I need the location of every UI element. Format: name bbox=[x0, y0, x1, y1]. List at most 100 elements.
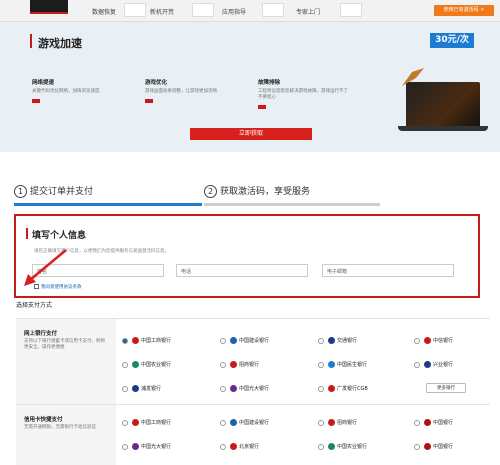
radio-icon[interactable] bbox=[318, 420, 324, 426]
step-number: 1 bbox=[14, 185, 27, 198]
radio-icon[interactable] bbox=[220, 362, 226, 368]
bank-name: 交通银行 bbox=[337, 338, 358, 344]
nav-item-new-machine[interactable]: 新机开荒 bbox=[150, 7, 174, 16]
email-field[interactable]: 电子邮箱 bbox=[322, 264, 454, 277]
bank-option[interactable]: 中国银行 bbox=[414, 441, 490, 453]
character-image bbox=[402, 68, 424, 86]
step-number: 2 bbox=[204, 185, 217, 198]
bank-option[interactable]: 中国农业银行 bbox=[318, 441, 408, 453]
bank-name: 中国银行 bbox=[433, 420, 454, 426]
red-arrow-icon bbox=[24, 249, 67, 286]
radio-icon[interactable] bbox=[220, 420, 226, 426]
step-progress-inactive bbox=[204, 203, 380, 206]
bank-logo-icon bbox=[424, 443, 431, 450]
nav-item-app-guide[interactable]: 应用指导 bbox=[222, 7, 246, 16]
credit-card-side: 信用卡快捷支付 无需开通网银，无需银行卡短信验证 bbox=[16, 405, 116, 465]
radio-icon[interactable] bbox=[318, 362, 324, 368]
bank-logo-icon bbox=[328, 337, 335, 344]
title-accent-bar bbox=[30, 34, 32, 48]
radio-icon[interactable] bbox=[318, 338, 324, 344]
bank-option[interactable]: 浦发银行 bbox=[122, 383, 212, 395]
bank-option[interactable]: 中国建设银行 bbox=[220, 335, 310, 347]
nav-thumbnail bbox=[124, 3, 146, 17]
feature-title: 故障排除 bbox=[258, 80, 281, 86]
bank-logo-icon bbox=[230, 337, 237, 344]
radio-icon[interactable] bbox=[122, 338, 128, 344]
bank-option[interactable]: 中国工商银行 bbox=[122, 335, 212, 347]
bank-option[interactable]: 兴业银行 bbox=[414, 359, 490, 371]
radio-icon[interactable] bbox=[220, 444, 226, 450]
nav-item-expert[interactable]: 专家上门 bbox=[296, 7, 320, 16]
bank-option[interactable]: 北京银行 bbox=[220, 441, 310, 453]
bank-option[interactable]: 中国光大银行 bbox=[220, 383, 310, 395]
form-title: 填写个人信息 bbox=[32, 231, 87, 241]
get-now-button[interactable]: 立即获取 bbox=[190, 128, 312, 140]
step-progress-active bbox=[14, 203, 202, 206]
nav-thumbnail bbox=[262, 3, 284, 17]
more-banks-button[interactable]: 更多银行 bbox=[426, 383, 466, 393]
bank-name: 中国光大银行 bbox=[141, 444, 172, 450]
bank-name: 中国工商银行 bbox=[141, 420, 172, 426]
nav-thumbnail bbox=[340, 3, 362, 17]
bank-name: 招商银行 bbox=[239, 362, 260, 368]
feature-desc: 游戏画面效果调整，让游戏更加流畅 bbox=[145, 89, 217, 94]
top-nav: 数据恢复 新机开荒 应用指导 专家上门 使用已有激活码 > bbox=[0, 0, 500, 22]
feature-accent bbox=[32, 99, 40, 103]
feature-game-opt: 游戏优化 游戏画面效果调整，让游戏更加流畅 bbox=[145, 78, 235, 103]
product-thumbnail[interactable] bbox=[30, 0, 68, 14]
bank-logo-icon bbox=[132, 443, 139, 450]
personal-info-form: 填写个人信息 请您正确填写用户信息，以便我们为您提供服务与发送激活码信息。 姓名… bbox=[14, 214, 480, 298]
bank-logo-icon bbox=[328, 385, 335, 392]
feature-title: 游戏优化 bbox=[145, 80, 168, 86]
bank-option[interactable]: 广发银行CGB bbox=[318, 383, 408, 395]
use-activation-code-button[interactable]: 使用已有激活码 > bbox=[434, 5, 494, 16]
bank-logo-icon bbox=[230, 419, 237, 426]
step-2: 2 获取激活码，享受服务 bbox=[204, 184, 310, 198]
bank-option[interactable]: 招商银行 bbox=[318, 417, 408, 429]
radio-icon[interactable] bbox=[414, 362, 420, 368]
radio-icon[interactable] bbox=[414, 420, 420, 426]
step-1: 1 提交订单并支付 bbox=[14, 184, 93, 198]
bank-option[interactable]: 中国民生银行 bbox=[318, 359, 408, 371]
bank-name: 中国工商银行 bbox=[141, 338, 172, 344]
bank-logo-icon bbox=[132, 385, 139, 392]
radio-icon[interactable] bbox=[318, 444, 324, 450]
radio-icon[interactable] bbox=[220, 386, 226, 392]
radio-icon[interactable] bbox=[122, 362, 128, 368]
phone-field[interactable]: 电话 bbox=[176, 264, 308, 277]
bank-logo-icon bbox=[230, 443, 237, 450]
radio-icon[interactable] bbox=[122, 420, 128, 426]
section-desc: 无需开通网银，无需银行卡短信验证 bbox=[24, 425, 96, 430]
step-label: 提交订单并支付 bbox=[30, 187, 94, 197]
section-title: 网上银行支付 bbox=[24, 331, 58, 337]
nav-thumbnail bbox=[192, 3, 214, 17]
bank-option[interactable]: 中国光大银行 bbox=[122, 441, 212, 453]
radio-icon[interactable] bbox=[318, 386, 324, 392]
online-bank-section: 网上银行支付 支持以下银行储蓄卡或信用卡支付，购物更安全，操作更便捷 中国工商银… bbox=[16, 318, 490, 404]
nav-item-data-recovery[interactable]: 数据恢复 bbox=[92, 7, 116, 16]
form-accent-bar bbox=[26, 228, 28, 239]
feature-accent bbox=[258, 105, 266, 109]
bank-option[interactable]: 中国工商银行 bbox=[122, 417, 212, 429]
bank-option[interactable]: 中国建设银行 bbox=[220, 417, 310, 429]
bank-option[interactable]: 交通银行 bbox=[318, 335, 408, 347]
bank-logo-icon bbox=[132, 361, 139, 368]
hero-section: 游戏加速 30元/次 网络提速 关键代码优化网络，加快浏览速度 游戏优化 游戏画… bbox=[0, 22, 500, 152]
radio-icon[interactable] bbox=[414, 444, 420, 450]
bank-logo-icon bbox=[328, 361, 335, 368]
radio-icon[interactable] bbox=[122, 386, 128, 392]
radio-icon[interactable] bbox=[220, 338, 226, 344]
bank-option[interactable]: 中国农业银行 bbox=[122, 359, 212, 371]
bank-logo-icon bbox=[424, 337, 431, 344]
bank-option[interactable]: 招商银行 bbox=[220, 359, 310, 371]
bank-name: 浦发银行 bbox=[141, 386, 162, 392]
bank-option[interactable]: 中国银行 bbox=[414, 417, 490, 429]
radio-icon[interactable] bbox=[122, 444, 128, 450]
bank-name: 中国农业银行 bbox=[337, 444, 368, 450]
radio-icon[interactable] bbox=[414, 338, 420, 344]
credit-card-section: 信用卡快捷支付 无需开通网银，无需银行卡短信验证 中国工商银行 中国建设银行 招… bbox=[16, 404, 490, 465]
bank-option[interactable]: 中信银行 bbox=[414, 335, 490, 347]
bank-name: 招商银行 bbox=[337, 420, 358, 426]
feature-accent bbox=[145, 99, 153, 103]
section-desc: 支持以下银行储蓄卡或信用卡支付，购物更安全，操作更便捷 bbox=[24, 339, 105, 350]
